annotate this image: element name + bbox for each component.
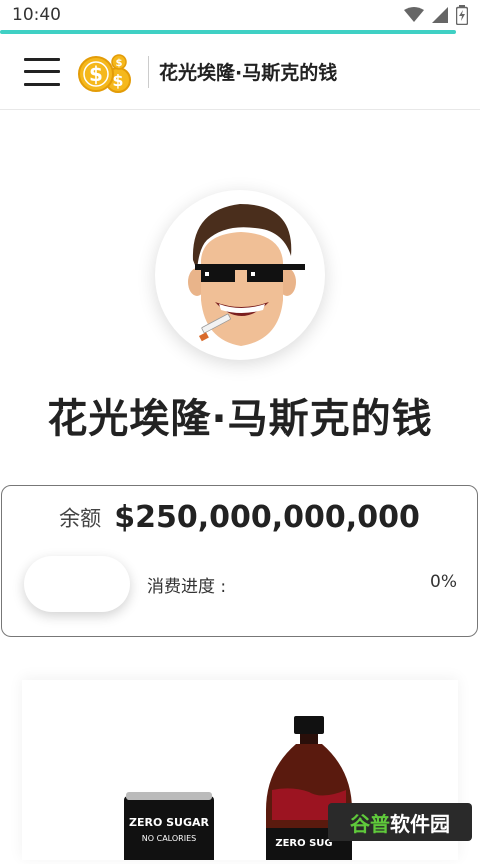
progress-label: 消费进度 : — [147, 577, 227, 597]
app-bar-divider — [148, 55, 149, 88]
status-time: 10:40 — [12, 5, 61, 25]
balance-value: $250,000,000,000 — [114, 500, 420, 535]
signal-icon — [432, 7, 448, 23]
balance-card: 余额 $250,000,000,000 消费进度 : 0% — [1, 485, 478, 637]
progress-value: 0% — [430, 572, 457, 592]
can-label: ZERO SUGAR — [129, 816, 210, 829]
watermark-part1: 谷普 — [350, 811, 390, 836]
bottle-label: ZERO SUG — [275, 838, 332, 849]
watermark: 谷普 软件园 — [328, 803, 472, 841]
status-bar: 10:40 — [0, 0, 480, 30]
svg-text:$: $ — [112, 71, 123, 90]
can-sublabel: NO CALORIES — [142, 834, 196, 843]
app-title: 花光埃隆·马斯克的钱 — [159, 62, 338, 84]
balance-label: 余额 — [59, 506, 102, 531]
svg-text:$: $ — [89, 62, 103, 86]
progress-indicator — [24, 556, 130, 612]
balance-row: 余额 $250,000,000,000 — [2, 500, 477, 535]
wifi-icon — [404, 7, 424, 22]
app-bar: $ $ $ 花光埃隆·马斯克的钱 — [0, 34, 480, 110]
menu-button[interactable] — [24, 57, 60, 86]
avatar — [155, 190, 325, 360]
coin-logo-icon: $ $ $ — [78, 53, 131, 93]
watermark-part2: 软件园 — [390, 811, 450, 836]
status-icons — [404, 5, 468, 25]
cartoon-face-avatar-icon — [188, 204, 305, 346]
svg-text:$: $ — [116, 58, 123, 69]
page-title: 花光埃隆·马斯克的钱 — [47, 396, 433, 442]
battery-icon — [456, 5, 468, 25]
